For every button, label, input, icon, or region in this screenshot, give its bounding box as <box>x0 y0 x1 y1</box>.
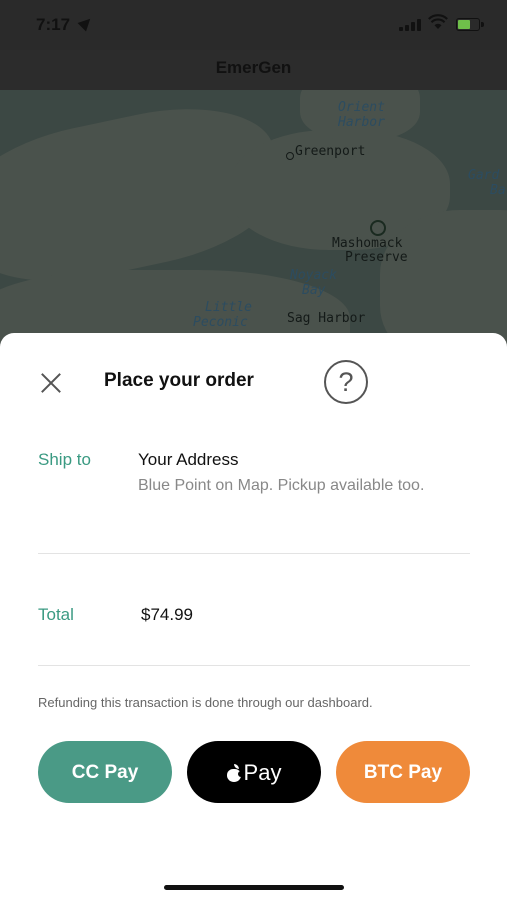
address-description: Blue Point on Map. Pickup available too. <box>138 477 425 494</box>
map-view[interactable]: Orient Harbor Greenport Gard Ba Mashomac… <box>0 90 507 350</box>
battery-icon <box>456 18 484 31</box>
map-label: Bay <box>302 283 326 298</box>
map-label: Gard <box>468 168 500 183</box>
apple-logo-icon <box>226 764 244 782</box>
cc-pay-label: CC Pay <box>71 762 139 783</box>
divider <box>38 553 470 554</box>
help-icon[interactable]: ? <box>324 360 368 404</box>
location-arrow-icon <box>77 14 95 32</box>
map-label: Ba <box>490 183 506 198</box>
order-sheet <box>0 333 507 900</box>
address-title[interactable]: Your Address <box>138 450 239 470</box>
total-label: Total <box>38 605 74 624</box>
ship-to-label: Ship to <box>38 450 91 469</box>
apple-pay-label: Pay <box>243 760 282 785</box>
close-icon[interactable] <box>40 372 62 394</box>
order-title: Place your order <box>104 370 254 391</box>
wifi-icon <box>428 14 448 29</box>
status-time: 7:17 <box>36 15 71 34</box>
status-bar: 7:17 <box>0 0 507 50</box>
map-label: Greenport <box>295 144 366 159</box>
map-label: Mashomack <box>332 236 403 251</box>
total-value: $74.99 <box>141 605 193 624</box>
refund-note: Refunding this transaction is done throu… <box>38 695 373 710</box>
map-label: Noyack <box>290 268 337 283</box>
home-indicator[interactable] <box>164 885 344 890</box>
app-header: EmerGen <box>0 50 507 90</box>
cellular-signal-icon <box>399 19 423 31</box>
apple-pay-button[interactable]: Pay <box>187 741 321 803</box>
map-label: Little <box>205 300 252 315</box>
map-pin-icon <box>370 220 386 236</box>
map-label: Orient <box>338 100 385 115</box>
btc-pay-label: BTC Pay <box>363 762 443 783</box>
app-title: EmerGen <box>215 58 292 77</box>
map-label: Peconic <box>193 315 248 330</box>
map-label: Sag Harbor <box>287 311 366 326</box>
map-label: Preserve <box>345 250 408 265</box>
map-land <box>380 210 507 350</box>
btc-pay-button[interactable]: BTC Pay <box>336 741 470 803</box>
map-label: Harbor <box>338 115 385 130</box>
cc-pay-button[interactable]: CC Pay <box>38 741 172 803</box>
divider <box>38 665 470 666</box>
place-marker <box>286 152 294 160</box>
